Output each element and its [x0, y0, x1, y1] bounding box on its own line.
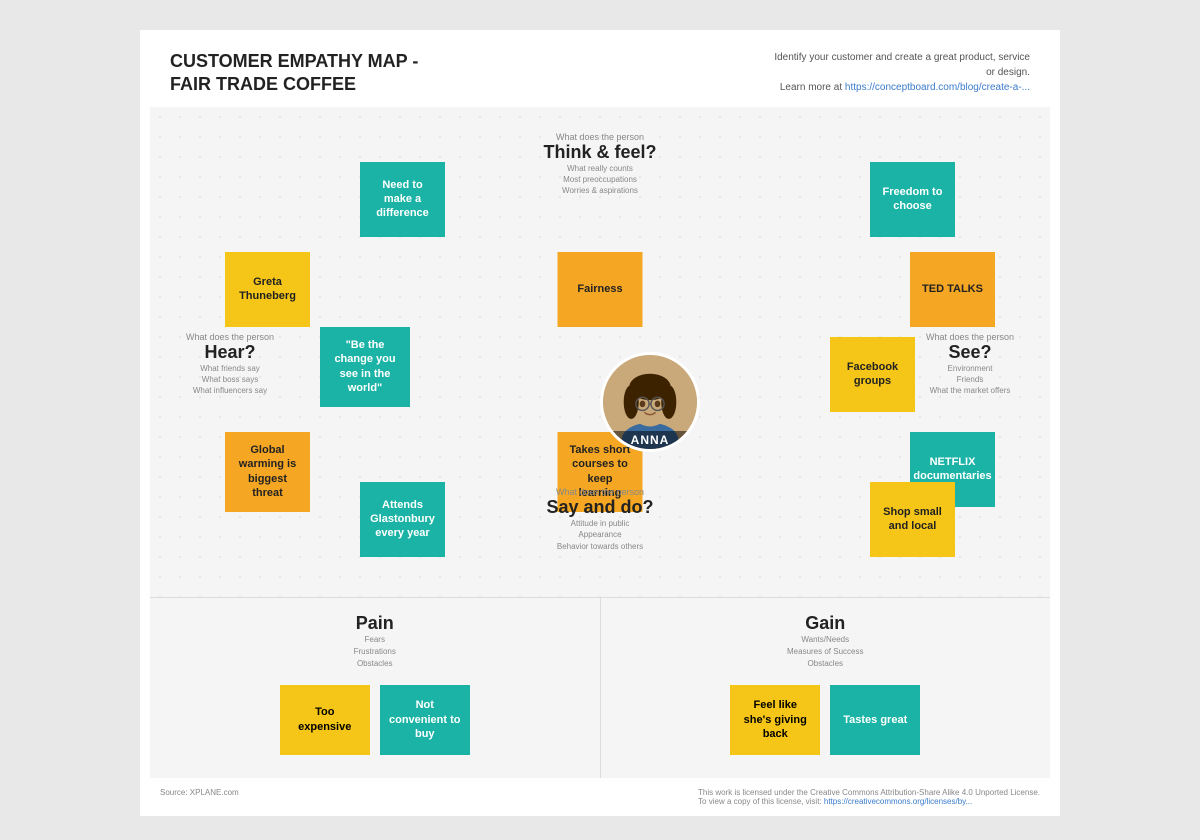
say-do-label: What does the person Say and do? Attitud…: [520, 487, 680, 552]
gain-sub: Wants/Needs Measures of Success Obstacle…: [621, 634, 1031, 670]
learn-more-link[interactable]: https://conceptboard.com/blog/create-a-.…: [845, 82, 1030, 93]
page-wrapper: CUSTOMER EMPATHY MAP - FAIR TRADE COFFEE…: [140, 30, 1060, 816]
say-do-title: Say and do?: [520, 497, 680, 518]
note-global-warming: Global warming is biggest threat: [225, 432, 310, 512]
pain-sub: Fears Frustrations Obstacles: [170, 634, 580, 670]
learn-more-text: Learn more at: [780, 82, 845, 93]
avatar-circle: ANNA: [600, 352, 700, 452]
see-title: See?: [915, 342, 1025, 363]
page-header: CUSTOMER EMPATHY MAP - FAIR TRADE COFFEE…: [140, 30, 1060, 107]
footer-license: This work is licensed under the Creative…: [698, 788, 1040, 806]
think-feel-title: Think & feel?: [520, 142, 680, 163]
think-feel-header: What does the person: [520, 132, 680, 142]
note-greta: Greta Thuneberg: [225, 252, 310, 327]
say-do-header: What does the person: [520, 487, 680, 497]
page-title-line1: CUSTOMER EMPATHY MAP -: [170, 50, 418, 73]
note-attends-glastonbury: Attends Glastonbury every year: [360, 482, 445, 557]
gain-notes: Feel like she's giving back Tastes great: [621, 685, 1031, 755]
see-label: What does the person See? Environment Fr…: [915, 332, 1025, 397]
note-ted-talks: TED TALKS: [910, 252, 995, 327]
note-shop-small: Shop small and local: [870, 482, 955, 557]
title-block: CUSTOMER EMPATHY MAP - FAIR TRADE COFFEE: [170, 50, 418, 97]
subtitle-text: Identify your customer and create a grea…: [774, 52, 1030, 78]
hear-title: Hear?: [175, 342, 285, 363]
pain-note-not-convenient: Not convenient to buy: [380, 685, 470, 755]
avatar-name: ANNA: [603, 431, 697, 449]
page-title-line2: FAIR TRADE COFFEE: [170, 73, 418, 96]
footer-source: Source: XPLANE.com: [160, 788, 239, 806]
page-footer: Source: XPLANE.com This work is licensed…: [140, 778, 1060, 816]
subtitle-block: Identify your customer and create a grea…: [770, 50, 1030, 95]
see-sub: Environment Friends What the market offe…: [915, 363, 1025, 397]
think-feel-label: What does the person Think & feel? What …: [520, 132, 680, 197]
empathy-map: What does the person Think & feel? What …: [150, 107, 1050, 597]
pain-title: Pain: [170, 613, 580, 634]
hear-sub: What friends say What boss says What inf…: [175, 363, 285, 397]
map-grid: What does the person Think & feel? What …: [165, 122, 1035, 582]
pain-note-too-expensive: Too expensive: [280, 685, 370, 755]
gain-note-feel-giving: Feel like she's giving back: [730, 685, 820, 755]
hear-header: What does the person: [175, 332, 285, 342]
bottom-panels: Pain Fears Frustrations Obstacles Too ex…: [150, 597, 1050, 778]
see-header: What does the person: [915, 332, 1025, 342]
note-facebook-groups: Facebook groups: [830, 337, 915, 412]
note-freedom-choose: Freedom to choose: [870, 162, 955, 237]
footer-license-link[interactable]: https://creativecommons.org/licenses/by.…: [824, 797, 972, 806]
note-need-to-make: Need to make a difference: [360, 162, 445, 237]
hear-label: What does the person Hear? What friends …: [175, 332, 285, 397]
note-fairness: Fairness: [558, 252, 643, 327]
say-do-sub: Attitude in public Appearance Behavior t…: [520, 518, 680, 552]
gain-note-tastes-great: Tastes great: [830, 685, 920, 755]
gain-panel: Gain Wants/Needs Measures of Success Obs…: [601, 598, 1051, 778]
pain-panel: Pain Fears Frustrations Obstacles Too ex…: [150, 598, 601, 778]
gain-title: Gain: [621, 613, 1031, 634]
pain-notes: Too expensive Not convenient to buy: [170, 685, 580, 755]
note-be-change: "Be the change you see in the world": [320, 327, 410, 407]
think-feel-sub: What really counts Most preoccupations W…: [520, 163, 680, 197]
